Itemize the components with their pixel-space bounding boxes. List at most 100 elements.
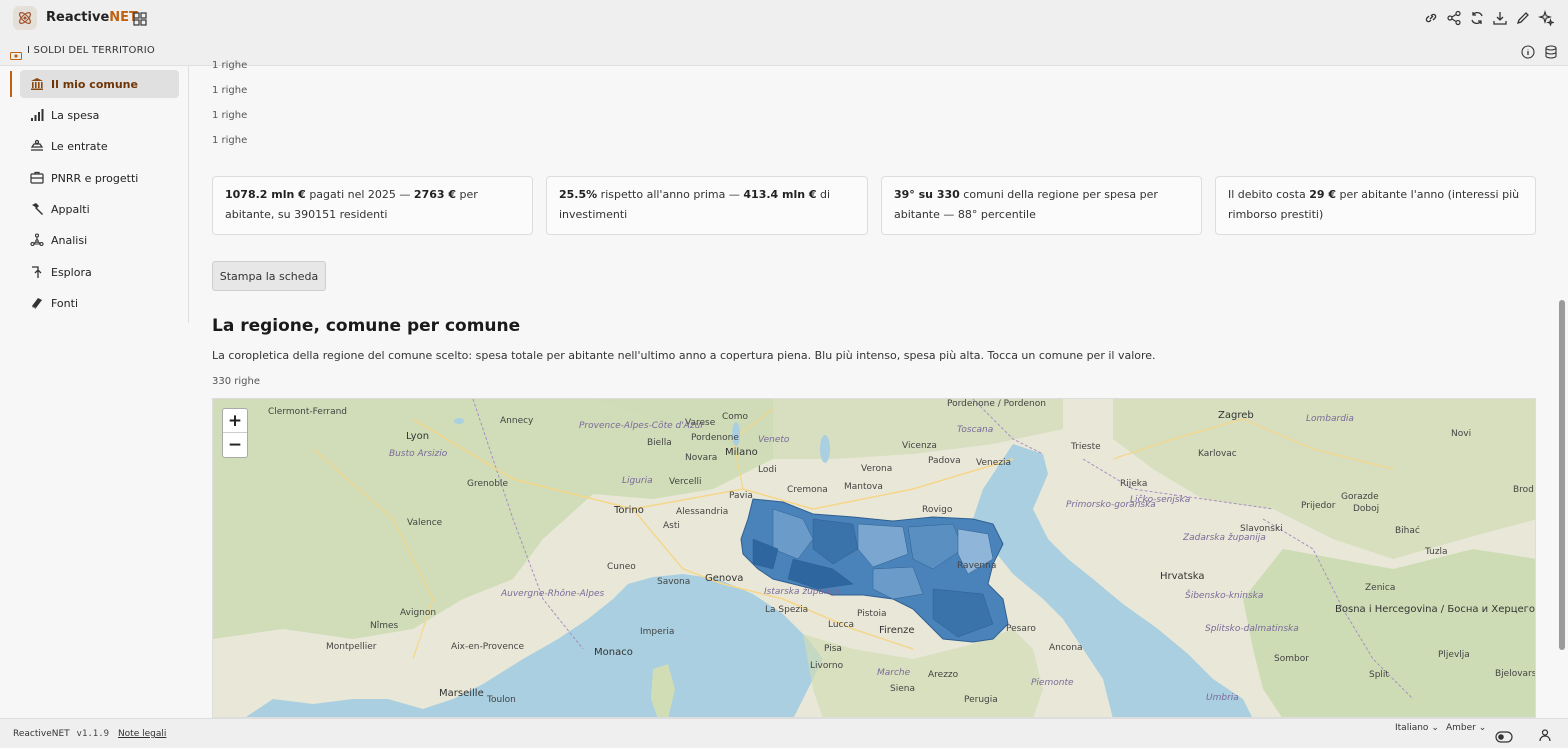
footer-brand: ReactiveNET [13,729,70,739]
map-label: Tuzla [1425,547,1448,557]
sidebar-item-pnrr-e-progetti[interactable]: PNRR e progetti [20,164,179,192]
map-label: Pisa [824,644,842,654]
map-label: Lodi [758,465,777,475]
map-label: Lombardia [1306,414,1354,424]
sidebar-item-label: PNRR e progetti [51,171,139,185]
map-label: Pordenone [691,433,739,443]
map-label: Novi [1451,429,1472,439]
sidebar-item-label: Il mio comune [51,77,138,91]
row-count: 1 righe [212,85,248,96]
sidebar-item-esplora[interactable]: Esplora [20,258,179,286]
legal-notes-link[interactable]: Note legali [118,729,166,739]
section-title: I SOLDI DEL TERRITORIO [27,45,155,56]
map-label: Mantova [844,482,883,492]
download-icon[interactable] [1492,10,1508,26]
sidebar-item-label: Esplora [51,265,92,279]
map-label: Šibensko-kninska [1185,591,1264,601]
map-label: Verona [861,464,893,474]
sidebar-item-le-entrate[interactable]: Le entrate [20,132,179,160]
sidebar-item-la-spesa[interactable]: La spesa [20,101,179,129]
choropleth-map[interactable]: + − Clermont-Ferrand Lyon Annecy Grenobl… [212,398,1536,718]
edit-icon[interactable] [1515,10,1531,26]
info-icon[interactable] [1521,44,1535,63]
map-label: Pljevlja [1438,650,1470,660]
map-label: Annecy [500,416,534,426]
link-icon[interactable] [1423,10,1439,26]
map-label: Prijedor [1301,501,1336,511]
map-label: Clermont-Ferrand [268,407,348,417]
user-icon[interactable] [1538,727,1552,746]
row-count: 330 righe [212,376,260,387]
map-label: Lucca [828,620,854,630]
map-label: Doboj [1353,504,1380,514]
map-label: Cremona [787,485,828,495]
sidebar-item-label: Le entrate [51,139,108,153]
share-icon[interactable] [1446,10,1462,26]
print-button[interactable]: Stampa la scheda [212,261,326,291]
kpi-card-debito: Il debito costa 29 € per abitante l'anno… [1215,176,1536,235]
sidebar-item-label: Analisi [51,233,88,247]
map-label: Piemonte [1031,678,1074,688]
zoom-control: + − [222,408,248,458]
map-label: Gorazde [1341,492,1379,502]
map-label: Auvergne-Rhône-Alpes [501,589,605,599]
map-label: Veneto [758,435,790,445]
sparkle-icon[interactable] [1538,10,1555,27]
map-label: Genova [705,573,744,584]
top-bar: ReactiveNET [0,0,1568,37]
app-title: ReactiveNET [46,10,138,25]
footer-version: v1.1.9 [76,729,110,739]
sidebar-item-label: La spesa [51,108,100,122]
map-label: Bjelovarsko [1495,669,1536,679]
map-label: Asti [663,521,680,531]
hammer-icon [30,202,44,216]
map-label: Torino [614,505,644,516]
map-label: Pavia [729,491,753,501]
map-label: Livorno [810,661,844,671]
refresh-icon[interactable] [1469,10,1485,26]
map-label: Karlovac [1198,449,1237,459]
map-label: Arezzo [928,670,959,680]
map-label: Bosna i Hercegovina / Босна и Херцеговин… [1335,604,1536,615]
map-label: Biella [647,438,672,448]
map-label: Ravenna [957,561,997,571]
map-label: Perugia [964,695,998,705]
theme-select[interactable]: Amber ⌄ [1446,723,1486,733]
row-count: 1 righe [212,60,248,71]
scrollbar[interactable] [1559,300,1565,650]
project-icon [30,171,44,185]
toggle-icon[interactable] [1495,728,1513,747]
map-label: Avignon [400,608,437,618]
map-label: Nîmes [370,621,399,631]
active-marker [10,71,12,97]
bar-chart-icon [30,108,44,122]
database-icon[interactable] [1544,44,1558,63]
map-label: Novara [685,453,718,463]
apps-grid-icon[interactable] [133,11,147,30]
zoom-in-button[interactable]: + [223,409,247,433]
sidebar-item-il-mio-comune[interactable]: Il mio comune [20,70,179,98]
zoom-out-button[interactable]: − [223,433,247,457]
map-label: Provence-Alpes-Côte d'Azur [579,421,704,431]
sidebar-item-appalti[interactable]: Appalti [20,195,179,223]
map-label: Splitsko-dalmatinska [1205,624,1299,634]
map-label: Zenica [1365,583,1396,593]
income-icon [30,139,44,153]
map-label: Split [1369,670,1389,680]
app-logo-icon[interactable] [13,6,37,30]
language-select[interactable]: Italiano ⌄ [1395,723,1439,733]
map-label: Firenze [879,625,915,636]
map-label: Istarska županija [764,587,841,597]
sidebar-item-analisi[interactable]: Analisi [20,226,179,254]
map-label: Vercelli [669,477,702,487]
map-label: Rijeka [1120,479,1148,489]
map-label: Toulon [487,695,516,705]
map-label: Lyon [406,431,430,442]
sidebar-item-label: Fonti [51,296,79,310]
sidebar-item-fonti[interactable]: Fonti [20,289,179,317]
map-label: Umbria [1206,693,1239,703]
map-label: Marche [877,668,911,678]
kpi-card-variazione: 25.5% rispetto all'anno prima — 413.4 ml… [546,176,868,235]
row-count: 1 righe [212,135,248,146]
network-icon [30,233,44,247]
